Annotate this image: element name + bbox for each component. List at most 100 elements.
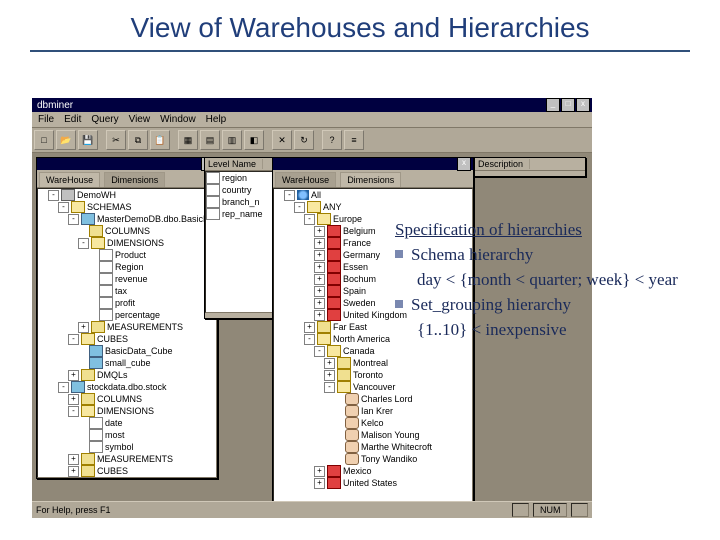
expand-icon[interactable]: + (68, 394, 79, 405)
tree-node[interactable]: Charles Lord (274, 393, 472, 405)
expand-icon[interactable]: + (304, 322, 315, 333)
expand-icon[interactable]: + (68, 478, 79, 479)
expand-icon[interactable]: - (58, 202, 69, 213)
cut-icon[interactable]: ✂ (106, 130, 126, 150)
expand-icon[interactable]: - (304, 334, 315, 345)
close-icon[interactable]: x (457, 157, 471, 171)
tree-node[interactable]: -DemoWH (38, 189, 216, 201)
tree-node[interactable]: -MasterDemoDB.dbo.BasicD (38, 213, 216, 225)
tree-node[interactable]: -All (274, 189, 472, 201)
cancel-icon[interactable]: ✕ (272, 130, 292, 150)
tree-node[interactable]: -Vancouver (274, 381, 472, 393)
tab-warehouse[interactable]: WareHouse (275, 172, 336, 187)
expand-icon[interactable]: + (314, 262, 325, 273)
tree-node[interactable]: Marthe Whitecroft (274, 441, 472, 453)
new-icon[interactable]: □ (34, 130, 54, 150)
expand-icon[interactable]: + (314, 250, 325, 261)
tree-node[interactable]: COLUMNS (38, 225, 216, 237)
copy-icon[interactable]: ⧉ (128, 130, 148, 150)
maximize-icon[interactable]: □ (561, 98, 575, 112)
expand-icon[interactable]: + (314, 286, 325, 297)
expand-icon[interactable]: + (314, 310, 325, 321)
expand-icon[interactable]: - (68, 334, 79, 345)
expand-icon[interactable]: + (314, 274, 325, 285)
tree-node[interactable]: BasicData_Cube (38, 345, 216, 357)
refresh-icon[interactable]: ↻ (294, 130, 314, 150)
tool-icon[interactable]: ▦ (178, 130, 198, 150)
warehouse-tree[interactable]: -DemoWH-SCHEMAS-MasterDemoDB.dbo.BasicDC… (37, 188, 217, 478)
tree-node[interactable]: +MEASUREMENTS (38, 453, 216, 465)
open-icon[interactable]: 📂 (56, 130, 76, 150)
tree-node[interactable]: -CUBES (38, 333, 216, 345)
tree-node[interactable]: symbol (38, 441, 216, 453)
expand-icon[interactable]: + (314, 298, 325, 309)
tab-dimensions[interactable]: Dimensions (104, 172, 165, 187)
tree-node[interactable]: Region (38, 261, 216, 273)
expand-icon[interactable]: + (314, 226, 325, 237)
tree-node[interactable]: +MEASUREMENTS (38, 321, 216, 333)
menu-window[interactable]: Window (160, 114, 196, 125)
tree-node[interactable]: -Canada (274, 345, 472, 357)
menu-edit[interactable]: Edit (64, 114, 81, 125)
expand-icon[interactable]: - (78, 238, 89, 249)
tree-node[interactable]: -DIMENSIONS (38, 405, 216, 417)
menu-file[interactable]: File (38, 114, 54, 125)
expand-icon[interactable]: - (68, 214, 79, 225)
tool-icon[interactable]: ▥ (222, 130, 242, 150)
tree-node[interactable]: Malison Young (274, 429, 472, 441)
tab-warehouse[interactable]: WareHouse (39, 172, 100, 187)
expand-icon[interactable]: - (294, 202, 305, 213)
expand-icon[interactable]: + (314, 238, 325, 249)
about-icon[interactable]: ≡ (344, 130, 364, 150)
tree-node[interactable]: small_cube (38, 357, 216, 369)
expand-icon[interactable]: + (68, 466, 79, 477)
tool-icon[interactable]: ◧ (244, 130, 264, 150)
tree-node[interactable]: +Toronto (274, 369, 472, 381)
expand-icon[interactable]: - (284, 190, 295, 201)
menu-help[interactable]: Help (206, 114, 227, 125)
tree-node[interactable]: revenue (38, 273, 216, 285)
tree-node[interactable]: -SCHEMAS (38, 201, 216, 213)
expand-icon[interactable]: - (304, 214, 315, 225)
expand-icon[interactable]: + (68, 454, 79, 465)
tree-node[interactable]: -ANY (274, 201, 472, 213)
tool-icon[interactable]: ▤ (200, 130, 220, 150)
tree-node[interactable]: +CUBES (38, 465, 216, 477)
tree-node[interactable]: Ian Krer (274, 405, 472, 417)
save-icon[interactable]: 💾 (78, 130, 98, 150)
expand-icon[interactable]: - (48, 190, 59, 201)
tree-node[interactable]: most (38, 429, 216, 441)
expand-icon[interactable]: - (314, 346, 325, 357)
expand-icon[interactable]: - (68, 406, 79, 417)
expand-icon[interactable]: + (324, 370, 335, 381)
expand-icon[interactable]: + (324, 358, 335, 369)
tree-node[interactable]: date (38, 417, 216, 429)
tree-node[interactable]: percentage (38, 309, 216, 321)
expand-icon[interactable]: + (314, 466, 325, 477)
child-titlebar[interactable]: x (37, 158, 217, 170)
tree-node[interactable]: tax (38, 285, 216, 297)
tree-node[interactable]: +DMQLs (38, 369, 216, 381)
tree-node[interactable]: +DMQLs (38, 477, 216, 478)
tree-node[interactable]: Kelco (274, 417, 472, 429)
tree-node[interactable]: Product (38, 249, 216, 261)
tree-node[interactable]: -stockdata.dbo.stock (38, 381, 216, 393)
expand-icon[interactable]: - (324, 382, 335, 393)
tree-node[interactable]: +United States (274, 477, 472, 489)
tree-node[interactable]: profit (38, 297, 216, 309)
tree-node[interactable]: +COLUMNS (38, 393, 216, 405)
minimize-icon[interactable]: _ (546, 98, 560, 112)
paste-icon[interactable]: 📋 (150, 130, 170, 150)
expand-icon[interactable]: + (314, 478, 325, 489)
menu-view[interactable]: View (129, 114, 151, 125)
tree-node[interactable]: -DIMENSIONS (38, 237, 216, 249)
tree-node[interactable]: +Montreal (274, 357, 472, 369)
tree-node[interactable]: +Mexico (274, 465, 472, 477)
expand-icon[interactable]: - (58, 382, 69, 393)
close-icon[interactable]: x (576, 98, 590, 112)
menu-query[interactable]: Query (91, 114, 118, 125)
tree-node[interactable]: Tony Wandiko (274, 453, 472, 465)
help-icon[interactable]: ? (322, 130, 342, 150)
tab-dimensions[interactable]: Dimensions (340, 172, 401, 187)
child-titlebar[interactable]: x (273, 158, 473, 170)
